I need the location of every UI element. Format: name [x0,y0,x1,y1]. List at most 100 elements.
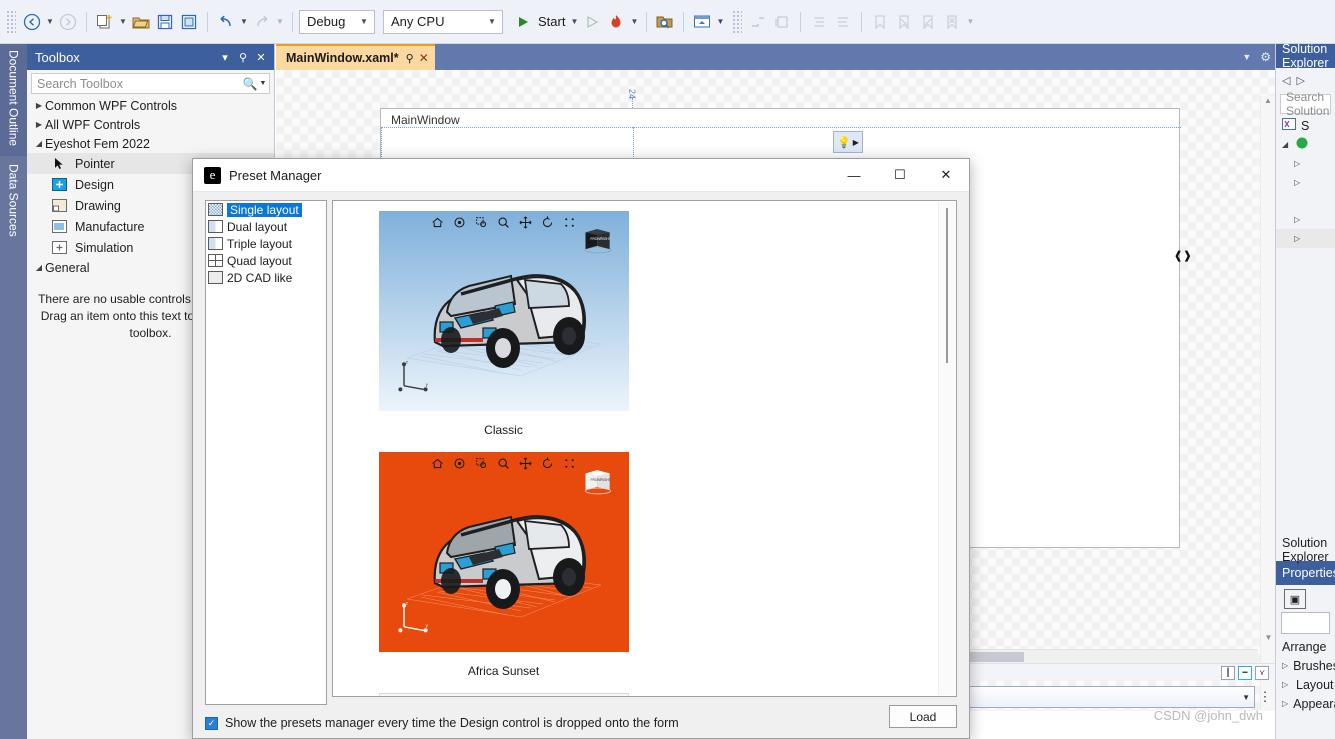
chevron-down-icon[interactable]: ▾ [216,51,234,64]
properties-section-layout[interactable]: ▷ Layout [1276,675,1335,694]
properties-section-arrange[interactable]: Arrange [1276,637,1335,656]
caret-down-icon[interactable]: ◢ [1282,140,1291,149]
caret-right-icon[interactable]: ▷ [1294,215,1303,224]
design-view-button[interactable]: ┃ [1221,665,1235,680]
toolbox-search-input[interactable]: Search Toolbox 🔍 ▼ [31,73,270,94]
configuration-combo[interactable]: Debug ▼ [299,9,375,34]
smart-tag-button[interactable]: 💡 ▶ [833,131,863,153]
toolbox-group-common-wpf[interactable]: ▶ Common WPF Controls [27,96,274,115]
indent-button[interactable] [807,8,831,36]
layout-item-triple[interactable]: Triple layout [206,235,326,252]
pin-icon[interactable]: ⚲ [234,51,252,64]
toolbox-group-all-wpf[interactable]: ▶ All WPF Controls [27,115,274,134]
undo-dropdown-icon[interactable]: ▼ [238,17,250,26]
pin-icon[interactable]: ⚲ [406,52,414,65]
solution-search-input[interactable]: Search Solution [1280,90,1331,118]
new-dropdown-icon[interactable]: ▼ [117,17,129,26]
save-all-button[interactable] [177,8,201,36]
close-icon[interactable]: ✕ [419,51,429,65]
close-icon[interactable]: ✕ [923,159,969,191]
live-visual-tree-button[interactable] [690,8,714,36]
back-arrow-icon[interactable]: ◁ [1282,74,1290,87]
chevron-down-icon[interactable]: ▼ [1242,693,1250,702]
vertical-scrollbar[interactable]: ▲ ▼ ▲ [1260,96,1275,739]
save-button[interactable] [153,8,177,36]
solution-root-row[interactable]: S [1276,116,1335,135]
new-project-button[interactable] [93,8,117,36]
tab-document-outline[interactable]: Document Outline [0,44,27,156]
show-presets-checkbox[interactable]: ✓ [205,716,218,730]
scroll-up-icon[interactable]: ▲ [1261,96,1275,110]
preset-manager-dialog[interactable]: e Preset Manager — ☐ ✕ Single layout Dua… [192,158,970,739]
solution-tree-row[interactable]: ▷ [1276,154,1335,173]
chevron-down-icon[interactable]: ▼ [484,17,500,26]
navigate-forward-button[interactable] [56,8,80,36]
toolbar-grip[interactable] [6,9,16,34]
tab-data-sources[interactable]: Data Sources [0,158,27,262]
hot-reload-button[interactable] [604,8,628,36]
open-folder-button[interactable] [129,8,153,36]
preset-tile-africa-sunset[interactable]: FRONT RIGHT z y Africa Sunset [351,448,656,689]
prev-bookmark-button[interactable] [892,8,916,36]
toolbar-grip-2[interactable] [732,9,743,34]
caret-right-icon[interactable]: ▷ [1294,159,1303,168]
properties-name-field[interactable] [1281,612,1330,634]
show-presets-checkbox-row[interactable]: ✓ Show the presets manager every time th… [205,716,679,730]
hot-reload-dropdown-icon[interactable]: ▼ [628,17,640,26]
chevron-down-icon[interactable]: ▼ [1242,52,1251,62]
comment-button[interactable] [770,8,794,36]
caret-right-icon[interactable]: ▷ [1294,234,1303,243]
solution-explorer-tab[interactable]: Solution Explorer [1276,536,1335,564]
horizontal-resize-handle[interactable]: ❰❱ [1174,249,1192,262]
maximize-icon[interactable]: ☐ [877,159,923,191]
platform-combo[interactable]: Any CPU ▼ [383,9,503,34]
toolbar-overflow-icon[interactable]: ▼ [964,17,976,26]
solution-tree-row-selected[interactable]: ▷ [1276,229,1335,248]
start-label[interactable]: Start [535,14,568,29]
solution-tree-row[interactable]: ▷ [1276,173,1335,192]
layout-listbox[interactable]: Single layout Dual layout Triple layout … [205,200,327,705]
layout-item-quad[interactable]: Quad layout [206,252,326,269]
clear-bookmarks-button[interactable] [940,8,964,36]
attach-button[interactable] [580,8,604,36]
forward-arrow-icon[interactable]: ▷ [1296,74,1304,87]
layout-item-single[interactable]: Single layout [206,201,326,218]
caret-right-icon[interactable]: ▷ [1282,680,1291,689]
next-bookmark-button[interactable] [916,8,940,36]
close-icon[interactable]: ✕ [252,51,270,64]
tab-mainwindow-xaml[interactable]: MainWindow.xaml* ⚲ ✕ [276,44,435,70]
minimize-icon[interactable]: — [831,159,877,191]
start-debug-button[interactable] [511,8,535,36]
preset-gallery[interactable]: FRONT RIGHT z y Classic FRONT RIGHT z y … [332,200,957,697]
dialog-title-bar[interactable]: e Preset Manager — ☐ ✕ [193,159,969,192]
properties-section-appearance[interactable]: ▷ Appearance [1276,694,1335,713]
preset-tile-classic[interactable]: FRONT RIGHT z y Classic [351,207,656,448]
layout-item-dual[interactable]: Dual layout [206,218,326,235]
gear-icon[interactable]: ⚙ [1260,50,1271,64]
load-button[interactable]: Load [889,705,957,728]
bookmark-button[interactable] [868,8,892,36]
properties-icon[interactable]: ▣ [1284,589,1306,609]
indent-a-button[interactable] [746,8,770,36]
xaml-view-button[interactable]: ⋎ [1255,665,1269,680]
undo-button[interactable] [214,8,238,36]
magnifier-icon[interactable]: 🔍 [242,77,258,91]
caret-right-icon[interactable]: ▷ [1294,178,1303,187]
solution-project-row[interactable]: ◢ [1276,135,1335,154]
caret-right-icon[interactable]: ▷ [1282,661,1288,670]
solution-tree-row[interactable]: ▷ [1276,210,1335,229]
chevron-down-icon[interactable]: ▼ [356,17,372,26]
folder-search-button[interactable] [653,8,677,36]
properties-section-brushes[interactable]: ▷ Brushes [1276,656,1335,675]
layout-item-2d-cad[interactable]: 2D CAD like [206,269,326,286]
start-dropdown-icon[interactable]: ▼ [568,17,580,26]
navigate-back-button[interactable] [20,8,44,36]
scroll-down-icon[interactable]: ▼ [1261,633,1276,647]
chevron-down-icon[interactable]: ▼ [258,80,268,87]
gallery-scrollbar[interactable] [938,202,955,695]
splitter-grabber[interactable]: ⋮ [1255,689,1275,705]
scroll-thumb[interactable] [946,208,948,363]
redo-button[interactable] [250,8,274,36]
preset-tile-clean-white[interactable]: FRONT RIGHT [351,689,656,696]
live-visual-dropdown-icon[interactable]: ▼ [714,17,726,26]
